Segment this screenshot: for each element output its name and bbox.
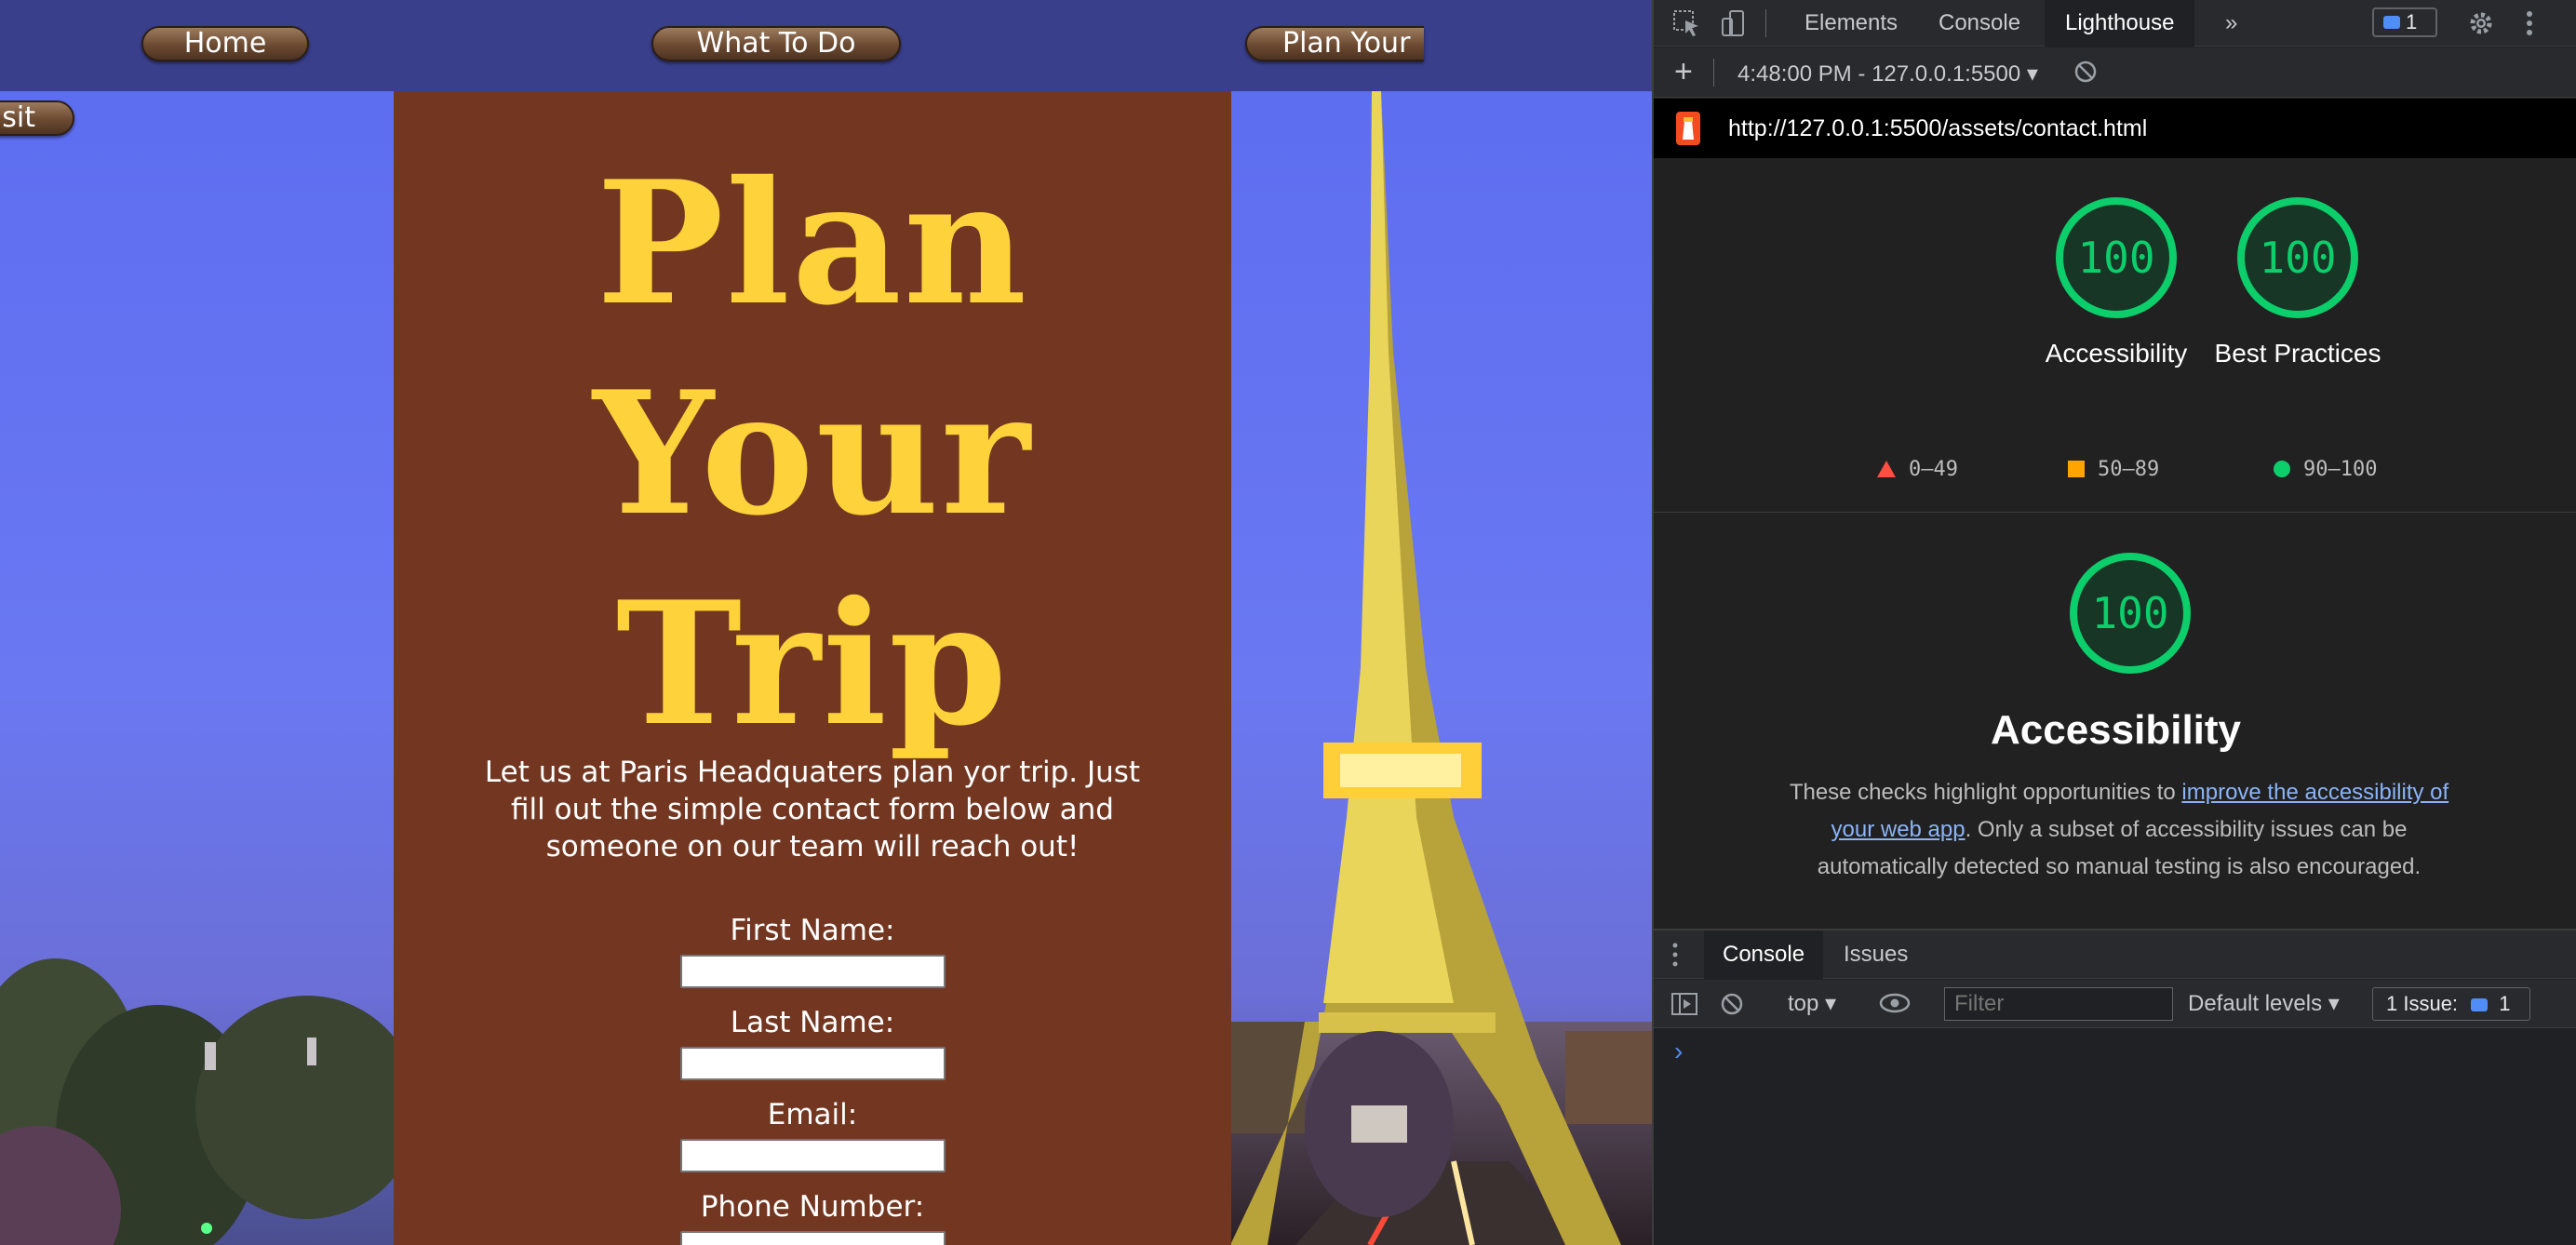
site-navbar: Home What To Do Plan Your [0, 0, 1652, 91]
legend-pass-range: 90–100 [2303, 458, 2378, 481]
console-filter-input[interactable] [1944, 987, 2173, 1021]
legend-fail: 0–49 [1877, 458, 1958, 481]
first-name-label: First Name: [730, 914, 895, 947]
accessibility-score-gauge[interactable]: 100 [2056, 197, 2177, 318]
nav-plan-your-visit-button[interactable]: Plan Your [1245, 26, 1424, 61]
best-practices-score-gauge[interactable]: 100 [2237, 197, 2358, 318]
last-name-input[interactable] [680, 1047, 946, 1080]
issues-counter-label: 1 Issue: [2386, 992, 2459, 1015]
legend-average-range: 50–89 [2098, 458, 2160, 481]
console-toolbar: top ▾ Default levels ▾ 1 Issue: 1 [1654, 980, 2576, 1028]
accessibility-score-label: Accessibility [2045, 339, 2188, 368]
live-expression-eye-icon[interactable] [1879, 993, 1911, 1013]
legend-average: 50–89 [2068, 458, 2159, 481]
console-prompt[interactable]: › [1674, 1037, 1683, 1066]
eiffel-tower-image [1230, 91, 1652, 1245]
drawer-tab-console[interactable]: Console [1704, 930, 1824, 979]
best-practices-score-label: Best Practices [2214, 339, 2381, 368]
devtools-panel: Elements Console Lighthouse » 1 + 4:48:0… [1652, 0, 2576, 1245]
context-selector[interactable]: top ▾ [1788, 989, 1836, 1019]
tab-divider [1765, 9, 1766, 37]
category-description-text: These checks highlight opportunities to [1789, 780, 2182, 805]
report-divider [1654, 512, 2576, 513]
last-name-label: Last Name: [730, 1006, 895, 1039]
clear-console-icon[interactable] [1719, 991, 1745, 1017]
legend-pass: 90–100 [2274, 458, 2377, 481]
fail-triangle-icon [1877, 461, 1896, 477]
lighthouse-report: 100 Accessibility 100 Best Practices 0–4… [1654, 158, 2576, 929]
issues-counter-count: 1 [2499, 992, 2511, 1015]
website-viewport: Home What To Do Plan Your sit Plan Your … [0, 0, 1652, 1245]
inspect-element-icon[interactable] [1670, 7, 1702, 39]
message-icon [2383, 16, 2400, 29]
email-label: Email: [767, 1098, 858, 1131]
title-line-plan: Plan [596, 143, 1029, 342]
tab-elements[interactable]: Elements [1784, 0, 1918, 47]
lighthouse-logo-icon [1676, 112, 1700, 145]
devtools-tab-bar: Elements Console Lighthouse » 1 [1654, 0, 2576, 47]
drawer-tab-issues[interactable]: Issues [1825, 930, 1926, 979]
settings-gear-icon[interactable] [2465, 7, 2497, 39]
intro-text: Let us at Paris Headquaters plan yor tri… [484, 756, 1141, 863]
trees-background [0, 958, 396, 1245]
console-drawer: Console Issues top ▾ Default levels ▾ 1 … [1654, 929, 2576, 1245]
legend-fail-range: 0–49 [1909, 458, 1958, 481]
sidebar-toggle-icon[interactable] [1670, 991, 1698, 1017]
page-title: Plan Your Trip [394, 138, 1231, 769]
title-line-your: Your [593, 354, 1032, 553]
issues-badge-count: 1 [2406, 10, 2418, 33]
log-levels-dropdown[interactable]: Default levels ▾ [2188, 989, 2340, 1019]
tab-lighthouse[interactable]: Lighthouse [2045, 0, 2195, 47]
drawer-tab-bar: Console Issues [1654, 930, 2576, 979]
new-report-icon[interactable]: + [1674, 53, 1693, 90]
first-name-input[interactable] [680, 955, 946, 988]
tab-console[interactable]: Console [1918, 0, 2041, 47]
category-description: These checks highlight opportunities to … [1765, 774, 2473, 886]
clear-reports-icon[interactable] [2073, 59, 2099, 85]
issue-message-icon [2471, 998, 2489, 1011]
nav-home-button[interactable]: Home [141, 26, 309, 61]
toolbar-divider [1713, 59, 1714, 87]
report-url-bar: http://127.0.0.1:5500/assets/contact.htm… [1654, 99, 2576, 158]
issues-badge[interactable]: 1 [2372, 7, 2437, 37]
phone-input[interactable] [680, 1231, 946, 1245]
report-url[interactable]: http://127.0.0.1:5500/assets/contact.htm… [1728, 115, 2147, 142]
contact-panel: Plan Your Trip Let us at Paris Headquate… [394, 91, 1231, 1245]
more-tabs-icon[interactable]: » [2205, 0, 2258, 47]
issues-counter-button[interactable]: 1 Issue: 1 [2372, 987, 2530, 1021]
nav-visit-button-wrapped[interactable]: sit [0, 100, 74, 136]
more-options-icon[interactable] [2514, 7, 2545, 39]
email-input[interactable] [680, 1139, 946, 1172]
lighthouse-toolbar: + 4:48:00 PM - 127.0.0.1:5500 ▾ [1654, 47, 2576, 98]
nav-what-to-do-button[interactable]: What To Do [651, 26, 901, 61]
category-score-gauge: 100 [2070, 553, 2191, 674]
average-square-icon [2068, 461, 2085, 477]
report-selector[interactable]: 4:48:00 PM - 127.0.0.1:5500 ▾ [1737, 60, 2038, 87]
title-line-trip: Trip [615, 564, 1010, 763]
category-title: Accessibility [1990, 707, 2242, 753]
phone-label: Phone Number: [700, 1190, 925, 1224]
pass-circle-icon [2274, 461, 2290, 477]
drawer-menu-icon[interactable] [1670, 942, 1680, 968]
device-toolbar-icon[interactable] [1719, 7, 1751, 39]
